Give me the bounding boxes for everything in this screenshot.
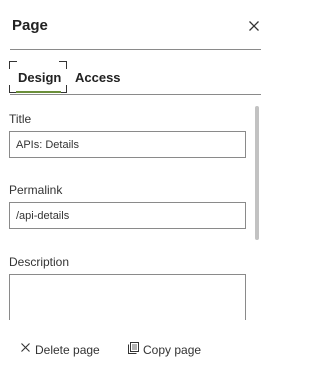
tab-access[interactable]: Access bbox=[67, 59, 127, 93]
close-icon bbox=[249, 21, 259, 31]
design-form: Title Permalink Description bbox=[9, 100, 249, 320]
panel-footer: Delete page Copy page bbox=[0, 322, 272, 368]
permalink-label: Permalink bbox=[9, 183, 63, 197]
copy-page-button[interactable]: Copy page bbox=[128, 340, 204, 358]
scrollbar-thumb[interactable] bbox=[255, 106, 259, 240]
delete-page-label: Delete page bbox=[35, 343, 100, 357]
copy-icon bbox=[128, 342, 139, 354]
page-settings-panel: Page Design Access Title Permalink Descr… bbox=[0, 0, 272, 368]
delete-page-button[interactable]: Delete page bbox=[20, 340, 102, 358]
panel-title: Page bbox=[12, 17, 48, 34]
tabs-divider bbox=[10, 94, 261, 95]
tab-design[interactable]: Design bbox=[9, 59, 67, 93]
header-divider bbox=[10, 49, 261, 50]
copy-page-label: Copy page bbox=[143, 343, 202, 357]
title-label: Title bbox=[9, 112, 32, 126]
panel-header: Page bbox=[12, 14, 260, 38]
focus-corner bbox=[59, 61, 67, 69]
tab-access-label: Access bbox=[75, 70, 121, 85]
title-input[interactable] bbox=[9, 131, 246, 158]
description-textarea[interactable] bbox=[9, 274, 246, 320]
close-icon bbox=[21, 343, 30, 352]
close-button[interactable] bbox=[248, 20, 260, 32]
permalink-input[interactable] bbox=[9, 202, 246, 229]
focus-corner bbox=[9, 61, 17, 69]
description-label: Description bbox=[9, 255, 70, 269]
active-tab-indicator bbox=[16, 91, 61, 93]
tab-bar: Design Access bbox=[9, 59, 261, 95]
tab-design-label: Design bbox=[18, 70, 62, 85]
